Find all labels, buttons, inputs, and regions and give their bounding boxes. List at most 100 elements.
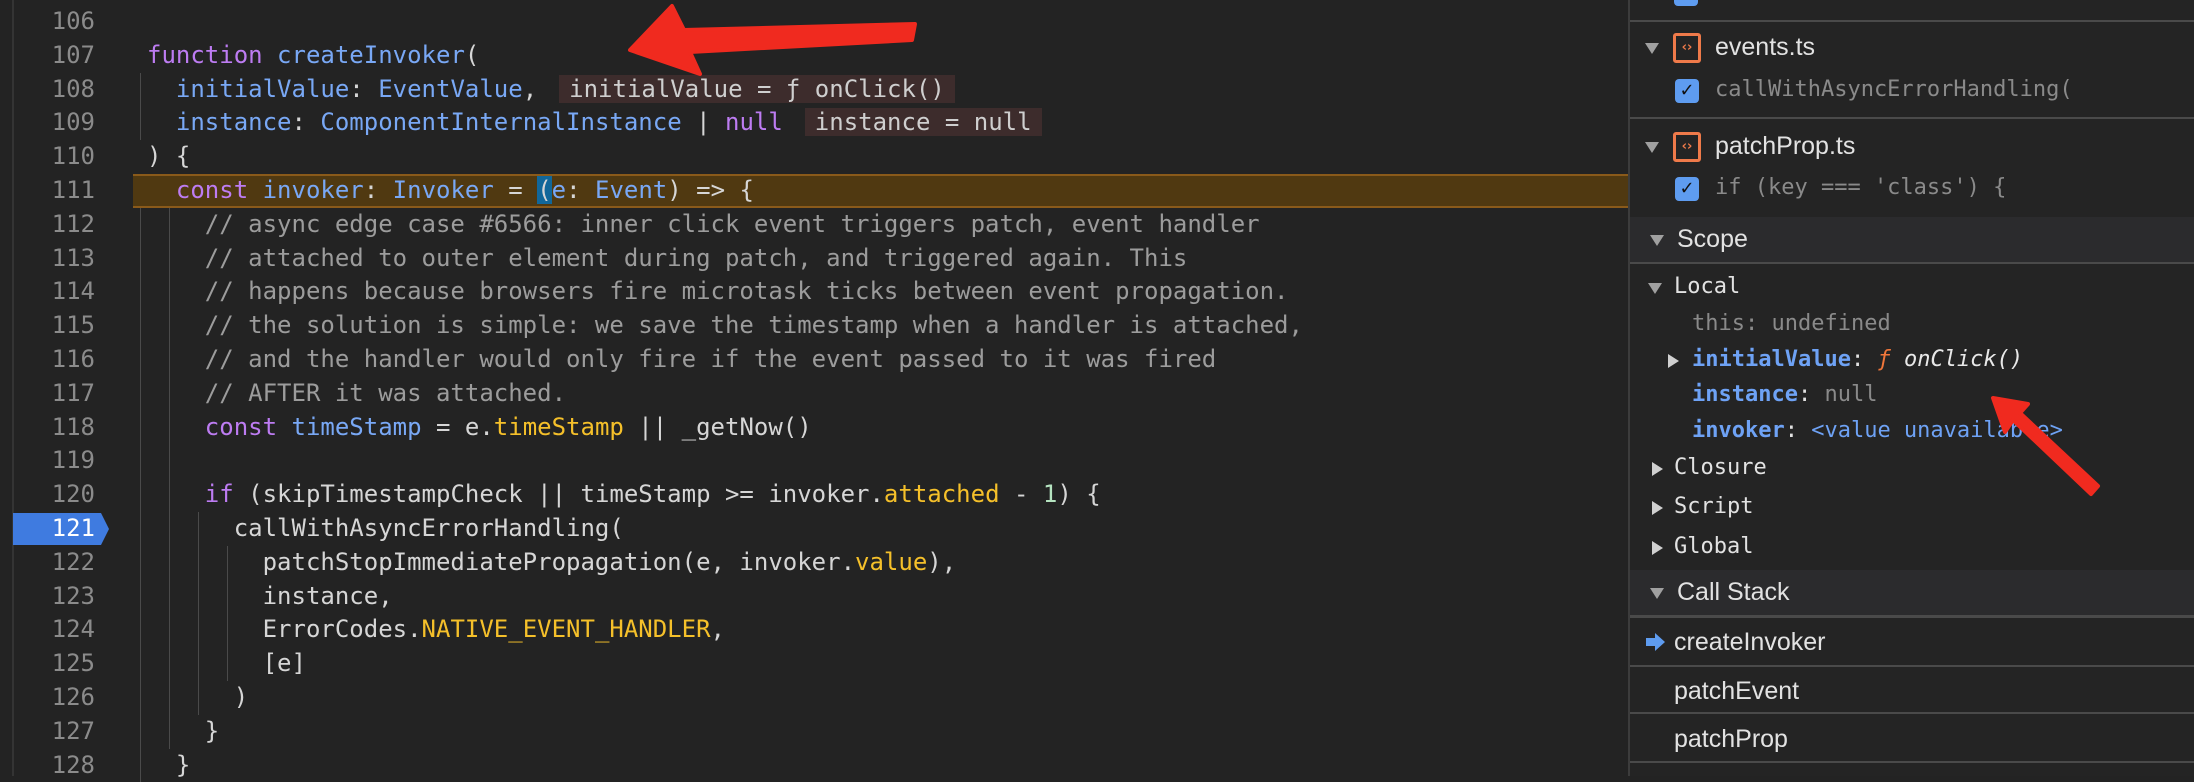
line-number[interactable]: 123 xyxy=(0,580,95,614)
code-line[interactable]: 123 instance, xyxy=(0,579,1628,614)
collapse-triangle-icon[interactable] xyxy=(1650,235,1664,246)
code-line[interactable]: 110 ) { xyxy=(0,140,1628,174)
collapse-triangle-icon[interactable] xyxy=(1650,588,1664,599)
line-number[interactable]: 116 xyxy=(0,343,95,377)
breakpoint-checkbox[interactable]: ✓ xyxy=(1675,177,1699,201)
var-entry: this: undefined xyxy=(1692,311,1891,336)
collapse-triangle-icon[interactable] xyxy=(1645,142,1659,153)
call-stack-frame[interactable]: patchEvent xyxy=(1630,674,2194,708)
code-line[interactable]: 117 // AFTER it was attached. xyxy=(0,376,1628,411)
breakpoint-file-events[interactable]: ‹› events.ts xyxy=(1630,31,2194,65)
code-token: // the solution is simple: we save the t… xyxy=(204,311,1303,340)
line-number[interactable]: 117 xyxy=(0,377,95,411)
line-number[interactable]: 125 xyxy=(0,647,95,681)
code-line[interactable]: 121 callWithAsyncErrorHandling( xyxy=(0,511,1628,546)
call-stack-frame[interactable]: patchProp xyxy=(1630,722,2194,756)
code-token: createInvoker xyxy=(277,40,465,69)
scope-title: Scope xyxy=(1677,225,1748,253)
code-token: EventValue xyxy=(378,74,523,103)
code-line[interactable]: 118 const timeStamp = e.timeStamp || _ge… xyxy=(0,410,1628,445)
breakpoint-checkbox[interactable]: ✓ xyxy=(1675,79,1699,103)
code-line[interactable]: 113 // attached to outer element during … xyxy=(0,241,1628,276)
breakpoint-line-text: if (key === 'class') { xyxy=(1715,175,2007,200)
scope-local[interactable]: Local xyxy=(1630,271,2194,305)
current-frame-arrow-icon xyxy=(1646,633,1665,651)
line-number[interactable]: 127 xyxy=(0,715,95,749)
code-line[interactable]: 124 ErrorCodes.NATIVE_EVENT_HANDLER, xyxy=(0,613,1628,648)
line-number[interactable]: 106 xyxy=(0,5,95,39)
scope-var-invoker[interactable]: invoker: <value unavailable> xyxy=(1630,415,2194,449)
scope-group-closure[interactable]: Closure xyxy=(1630,452,2194,486)
line-number[interactable]: 108 xyxy=(0,73,95,107)
line-number[interactable]: 112 xyxy=(0,208,95,242)
code-line[interactable]: 126 ) xyxy=(0,680,1628,715)
code-line[interactable]: 106 xyxy=(0,5,1628,39)
scope-group-script[interactable]: Script xyxy=(1630,491,2194,525)
scope-var-initialvalue[interactable]: initialValue: ƒ onClick() xyxy=(1630,344,2194,378)
code-line[interactable]: 112 // async edge case #6566: inner clic… xyxy=(0,207,1628,242)
code-token: // async edge case #6566: inner click ev… xyxy=(204,209,1260,238)
line-number[interactable]: 115 xyxy=(0,309,95,343)
code-token: ( xyxy=(464,40,480,69)
call-stack-header[interactable]: Call Stack xyxy=(1630,570,2194,616)
var-value: undefined xyxy=(1771,311,1891,336)
expand-triangle-icon[interactable] xyxy=(1652,541,1663,555)
line-number[interactable]: 114 xyxy=(0,275,95,309)
line-number[interactable]: 110 xyxy=(0,140,95,174)
inline-value-badge: initialValue = ƒ onClick() xyxy=(559,74,955,103)
expand-triangle-icon[interactable] xyxy=(1652,501,1663,515)
code-text: ) { xyxy=(147,140,190,174)
line-number[interactable]: 124 xyxy=(0,613,95,647)
line-number[interactable]: 122 xyxy=(0,546,95,580)
code-token: // attached to outer element during patc… xyxy=(204,243,1188,272)
code-line[interactable]: 107 function createInvoker( xyxy=(0,39,1628,73)
code-line[interactable]: 115 // the solution is simple: we save t… xyxy=(0,309,1628,343)
code-text: // async edge case #6566: inner click ev… xyxy=(147,208,1260,242)
expand-triangle-icon[interactable] xyxy=(1652,462,1663,476)
code-line[interactable]: 128 } xyxy=(0,748,1628,782)
collapse-triangle-icon[interactable] xyxy=(1645,43,1659,54)
frame-name: patchProp xyxy=(1674,725,1788,753)
collapse-triangle-icon[interactable] xyxy=(1648,283,1662,294)
breakpoint-item[interactable]: ✓ callWithAsyncErrorHandling( xyxy=(1630,74,2194,108)
code-line[interactable]: 125 [e] xyxy=(0,647,1628,681)
line-number[interactable]: 118 xyxy=(0,411,95,445)
code-token: callWithAsyncErrorHandling( xyxy=(233,513,624,542)
code-line[interactable]: 127 } xyxy=(0,714,1628,749)
code-line[interactable]: 120 if (skipTimestampCheck || timeStamp … xyxy=(0,478,1628,512)
line-number[interactable]: 128 xyxy=(0,749,95,782)
code-line[interactable]: 108 initialValue: EventValue, initialValu… xyxy=(0,72,1628,107)
code-text: } xyxy=(147,749,190,782)
code-line[interactable]: 114 // happens because browsers fire mic… xyxy=(0,275,1628,310)
scope-local-label: Local xyxy=(1674,274,1741,299)
scope-var-instance[interactable]: instance: null xyxy=(1630,379,2194,413)
breakpoint-item[interactable]: ✓ if (key === 'class') { xyxy=(1630,172,2194,206)
call-stack-frame-active[interactable]: createInvoker xyxy=(1630,625,2194,659)
line-number[interactable]: 121 xyxy=(0,512,95,546)
var-entry: instance: null xyxy=(1692,382,1878,407)
line-number[interactable]: 113 xyxy=(0,242,95,276)
divider xyxy=(1630,712,2194,714)
expand-triangle-icon[interactable] xyxy=(1668,354,1679,368)
line-number[interactable]: 126 xyxy=(0,681,95,715)
code-line[interactable]: 122 patchStopImmediatePropagation(e, inv… xyxy=(0,545,1628,580)
code-text: } xyxy=(147,715,219,749)
code-token: NATIVE_EVENT_HANDLER xyxy=(421,615,711,644)
breakpoint-checkbox[interactable]: ✓ xyxy=(1674,0,1698,6)
line-number[interactable]: 109 xyxy=(0,106,95,140)
code-line[interactable]: 109 instance: ComponentInternalInstance … xyxy=(0,106,1628,141)
code-line[interactable]: 119 xyxy=(0,444,1628,479)
scope-header[interactable]: Scope xyxy=(1630,217,2194,263)
code-editor[interactable]: 106 107 function createInvoker(108 initial… xyxy=(0,0,1628,782)
line-number[interactable]: 120 xyxy=(0,478,95,512)
line-number[interactable]: 119 xyxy=(0,444,95,478)
breakpoint-file-patchprop[interactable]: ‹› patchProp.ts xyxy=(1630,130,2194,164)
line-number[interactable]: 111 xyxy=(0,174,95,208)
divider xyxy=(1630,761,2194,763)
scope-group-global[interactable]: Global xyxy=(1630,531,2194,565)
code-line[interactable]: 111 const invoker: Invoker = (e: Event) … xyxy=(52,173,1628,208)
code-line[interactable]: 116 // and the handler would only fire i… xyxy=(0,342,1628,377)
code-token: null xyxy=(725,108,783,137)
line-number[interactable]: 107 xyxy=(0,39,95,73)
scope-var-this[interactable]: this: undefined xyxy=(1630,308,2194,342)
